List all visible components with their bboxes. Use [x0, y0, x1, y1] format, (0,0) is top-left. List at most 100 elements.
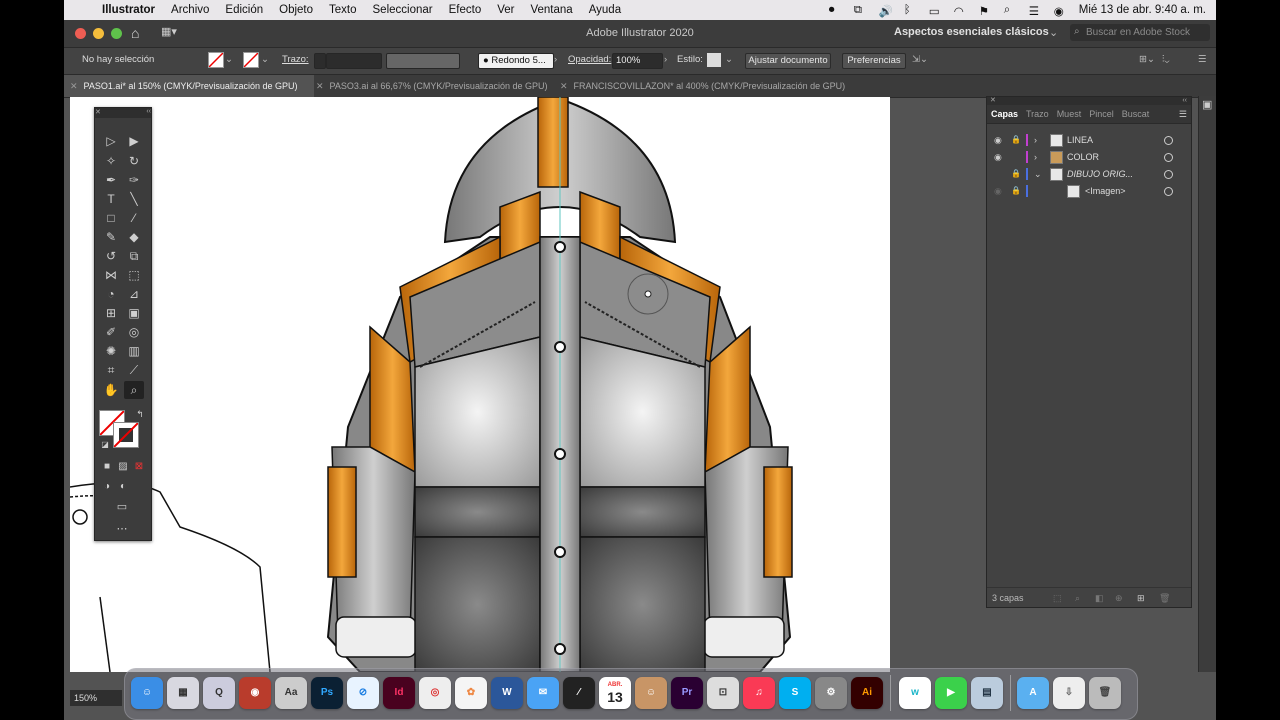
- stroke-swatch[interactable]: [243, 52, 259, 68]
- artboard-canvas[interactable]: [70, 97, 890, 672]
- draw-behind-icon[interactable]: ◐: [113, 478, 133, 496]
- fit-document-button[interactable]: Ajustar documento: [745, 53, 831, 69]
- dock-preview-icon[interactable]: ▤: [971, 677, 1003, 709]
- opacity-input[interactable]: 100%: [612, 53, 663, 69]
- align-icon[interactable]: ⊞⌄: [1139, 54, 1155, 65]
- layer-row-linea[interactable]: ◉ 🔒 › LINEA: [987, 132, 1191, 148]
- dock-safari-icon[interactable]: ⊘: [347, 677, 379, 709]
- graphic-style-swatch[interactable]: [707, 53, 721, 67]
- eraser-tool-icon[interactable]: ◆: [124, 228, 144, 246]
- style-dropdown-icon[interactable]: ⌄: [725, 54, 733, 65]
- dock-chrome-icon[interactable]: ◎: [419, 677, 451, 709]
- control-center-icon[interactable]: ☰: [1029, 4, 1043, 18]
- dock-mail-icon[interactable]: ✉: [527, 677, 559, 709]
- new-sublayer-icon[interactable]: ⊕: [1115, 588, 1123, 608]
- target-circle-icon[interactable]: [1164, 153, 1173, 162]
- dock-photos-icon[interactable]: ✿: [455, 677, 487, 709]
- expand-arrow-icon[interactable]: ›: [1034, 149, 1037, 165]
- close-tab-icon[interactable]: ✕: [560, 81, 568, 91]
- rectangle-tool-icon[interactable]: □: [101, 209, 121, 227]
- dock-facetime-icon[interactable]: ▶: [935, 677, 967, 709]
- default-colors-icon[interactable]: ◪: [95, 436, 115, 454]
- record-icon[interactable]: ⏺: [829, 4, 843, 16]
- stroke-stepper[interactable]: [314, 53, 326, 69]
- dock-webex-icon[interactable]: w: [899, 677, 931, 709]
- stroke-label[interactable]: Trazo:: [282, 54, 309, 65]
- menu-item-objeto[interactable]: Objeto: [279, 4, 313, 16]
- symbol-sprayer-tool-icon[interactable]: ✺: [101, 342, 121, 360]
- locate-object-icon[interactable]: ⌕: [1075, 588, 1080, 608]
- dock-fontbook-icon[interactable]: Aa: [275, 677, 307, 709]
- layers-panel-header[interactable]: ✕ ‹‹: [987, 97, 1191, 105]
- panel-menu-icon[interactable]: ☰: [1179, 109, 1187, 120]
- layer-name[interactable]: <Imagen>: [1085, 183, 1126, 199]
- opacity-arrow-icon[interactable]: ›: [664, 54, 667, 65]
- transform-icon[interactable]: ⇲⌄: [912, 54, 928, 65]
- type-tool-icon[interactable]: T: [101, 190, 121, 208]
- opacity-label[interactable]: Opacidad:: [568, 54, 611, 65]
- visibility-eye-icon[interactable]: ◉: [994, 183, 1002, 199]
- shape-builder-tool-icon[interactable]: ◔: [101, 285, 121, 303]
- gradient-tool-icon[interactable]: ▣: [124, 304, 144, 322]
- width-tool-icon[interactable]: ⋈: [101, 266, 121, 284]
- dock-word-icon[interactable]: W: [491, 677, 523, 709]
- scale-tool-icon[interactable]: ⧉: [124, 247, 144, 265]
- dock-pixelmator-icon[interactable]: ⁄: [563, 677, 595, 709]
- menu-item-seleccionar[interactable]: Seleccionar: [373, 4, 433, 16]
- tab-muestras[interactable]: Muest: [1057, 109, 1082, 119]
- layer-row-dibujo-original[interactable]: 🔒 ⌄ DIBUJO ORIG...: [987, 166, 1191, 182]
- lock-icon[interactable]: 🔒: [1011, 132, 1021, 148]
- zoom-level-field[interactable]: 150%: [70, 690, 122, 706]
- layer-row-imagen[interactable]: ◉ 🔒 <Imagen>: [987, 183, 1191, 199]
- direct-selection-tool-icon[interactable]: ▶: [124, 132, 144, 150]
- zoom-tool-icon[interactable]: ⌕: [124, 381, 144, 399]
- distribute-icon[interactable]: ⫶⌄: [1162, 54, 1170, 65]
- wifi-icon[interactable]: ◠: [954, 4, 968, 18]
- artboard-tool-icon[interactable]: ⌗: [101, 361, 121, 379]
- eyedropper-tool-icon[interactable]: ✐: [101, 323, 121, 341]
- dock-premiere-icon[interactable]: Pr: [671, 677, 703, 709]
- flag-icon[interactable]: ⚑: [979, 4, 993, 18]
- visibility-eye-icon[interactable]: ◉: [994, 149, 1002, 165]
- menubar-clock[interactable]: Mié 13 de abr. 9:40 a. m.: [1079, 4, 1206, 16]
- stroke-dropdown-icon[interactable]: ⌄: [261, 54, 269, 65]
- dock-calendar-icon[interactable]: ABR. 13: [599, 677, 631, 709]
- curvature-tool-icon[interactable]: ✑: [124, 171, 144, 189]
- perspective-grid-tool-icon[interactable]: ⊿: [124, 285, 144, 303]
- dock-photoshop-icon[interactable]: Ps: [311, 677, 343, 709]
- none-mode-icon[interactable]: ⊠: [129, 458, 149, 476]
- fill-dropdown-icon[interactable]: ⌄: [225, 54, 233, 65]
- brush-dropdown-icon[interactable]: ›: [554, 54, 557, 65]
- dock-finder-icon[interactable]: ☺: [131, 677, 163, 709]
- tab-buscatrazos[interactable]: Buscat: [1122, 109, 1150, 119]
- blend-tool-icon[interactable]: ◎: [124, 323, 144, 341]
- export-icon[interactable]: ⬚: [1053, 588, 1062, 608]
- bluetooth-icon[interactable]: ᛒ: [904, 4, 918, 16]
- panel-menu-icon[interactable]: ☰: [1198, 54, 1207, 65]
- preferences-button[interactable]: Preferencias: [842, 53, 906, 69]
- menu-item-ver[interactable]: Ver: [497, 4, 514, 16]
- dock-skype-icon[interactable]: S: [779, 677, 811, 709]
- trash-icon[interactable]: 🗑: [1159, 588, 1170, 608]
- dock-downloads-icon[interactable]: ⇩: [1053, 677, 1085, 709]
- edit-toolbar-icon[interactable]: ⋯: [112, 520, 132, 538]
- menu-item-archivo[interactable]: Archivo: [171, 4, 209, 16]
- menu-app-name[interactable]: Illustrator: [102, 4, 155, 16]
- stock-search-input[interactable]: Buscar en Adobe Stock: [1070, 24, 1210, 41]
- dock-illustrator-icon[interactable]: Ai: [851, 677, 883, 709]
- dock-applications-folder-icon[interactable]: A: [1017, 677, 1049, 709]
- magic-wand-tool-icon[interactable]: ✧: [101, 152, 121, 170]
- graph-tool-icon[interactable]: ▥: [124, 342, 144, 360]
- chevron-down-icon[interactable]: ⌄: [1049, 26, 1058, 39]
- menu-item-texto[interactable]: Texto: [329, 4, 357, 16]
- selection-tool-icon[interactable]: ▷: [101, 132, 121, 150]
- menu-item-ayuda[interactable]: Ayuda: [589, 4, 621, 16]
- close-tab-icon[interactable]: ✕: [316, 81, 324, 91]
- target-circle-icon[interactable]: [1164, 187, 1173, 196]
- dock-launchpad-icon[interactable]: ▦: [167, 677, 199, 709]
- hand-tool-icon[interactable]: ✋: [101, 381, 121, 399]
- layer-name[interactable]: COLOR: [1067, 149, 1099, 165]
- new-layer-icon[interactable]: ⊞: [1137, 588, 1145, 608]
- siri-icon[interactable]: ◉: [1054, 4, 1068, 18]
- dock-system-preferences-icon[interactable]: ⚙: [815, 677, 847, 709]
